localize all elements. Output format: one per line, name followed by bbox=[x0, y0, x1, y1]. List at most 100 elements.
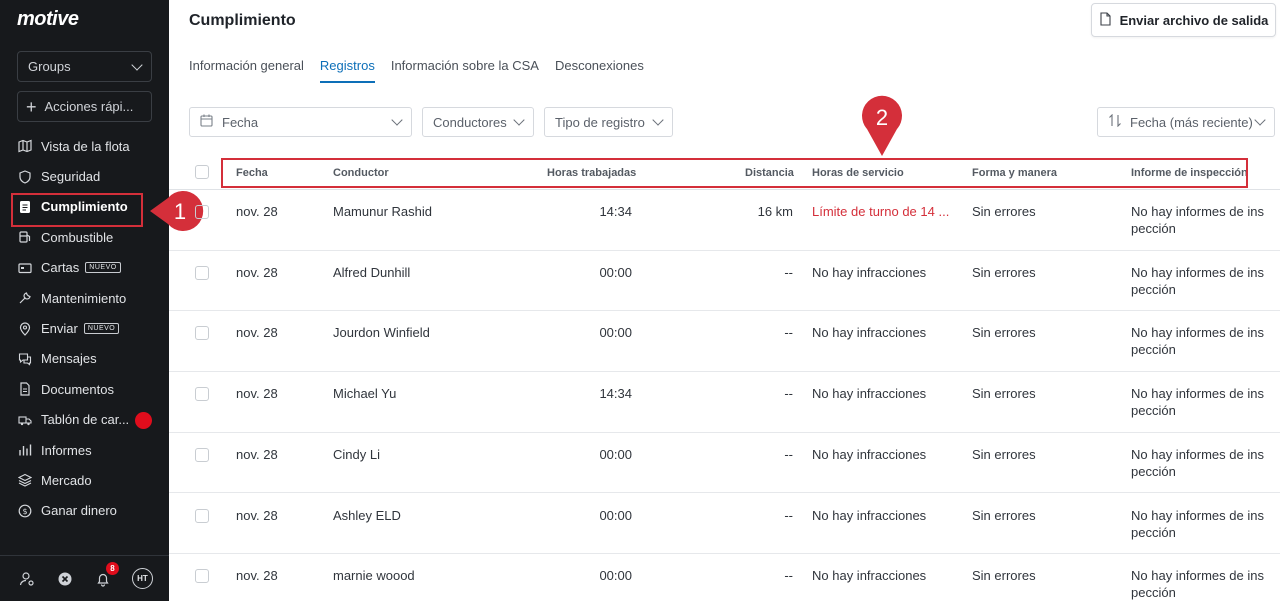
export-file-button[interactable]: Enviar archivo de salida bbox=[1091, 3, 1276, 37]
notification-dot bbox=[135, 411, 152, 429]
row-checkbox[interactable] bbox=[195, 387, 209, 402]
cell-hours-worked: 14:34 bbox=[599, 385, 632, 402]
cell-driver: Mamunur Rashid bbox=[333, 203, 432, 220]
sidebar-item-documents[interactable]: Documentos bbox=[0, 374, 169, 404]
tab-overview[interactable]: Información general bbox=[189, 58, 304, 83]
sidebar-item-label: Documentos bbox=[41, 381, 114, 397]
cell-date: nov. 28 bbox=[236, 446, 278, 463]
tab-csa[interactable]: Información sobre la CSA bbox=[391, 58, 539, 83]
cell-distance-text: -- bbox=[784, 446, 793, 462]
cell-date-text: nov. 28 bbox=[236, 264, 278, 280]
drivers-filter[interactable]: Conductores bbox=[422, 107, 534, 137]
layers-icon bbox=[18, 473, 32, 488]
row-checkbox[interactable] bbox=[195, 326, 209, 341]
log-type-filter[interactable]: Tipo de registro bbox=[544, 107, 673, 137]
bars-icon bbox=[18, 443, 32, 457]
drivers-filter-label: Conductores bbox=[433, 114, 507, 130]
sidebar-item-fleet-view[interactable]: Vista de la flota bbox=[0, 131, 169, 161]
cell-hours-of-service-text: No hay infracciones bbox=[812, 568, 927, 584]
bell-icon[interactable]: 8 bbox=[94, 561, 119, 588]
cell-date-text: nov. 28 bbox=[236, 204, 278, 219]
row-checkbox[interactable] bbox=[195, 205, 209, 219]
row-checkbox[interactable] bbox=[195, 265, 209, 280]
sidebar-item-load-board[interactable]: Tablón de car... bbox=[0, 405, 169, 435]
cell-driver: Alfred Dunhill bbox=[333, 264, 410, 281]
cell-driver-text: marnie woood bbox=[333, 568, 415, 584]
table-row[interactable] bbox=[169, 494, 1280, 555]
sort-icon bbox=[1108, 113, 1122, 130]
sidebar-item-label: Combustible bbox=[41, 229, 114, 245]
cell-inspection-report-text: pección bbox=[1131, 221, 1176, 236]
table-row[interactable] bbox=[169, 311, 1280, 373]
select-all-checkbox[interactable] bbox=[195, 165, 209, 179]
cell-date: nov. 28 bbox=[236, 203, 278, 220]
groups-label: Groups bbox=[28, 59, 71, 74]
table-row[interactable] bbox=[169, 190, 1280, 251]
cell-inspection-report: No hay informes de ins pección bbox=[1131, 446, 1264, 480]
sidebar-item-reports[interactable]: Informes bbox=[0, 435, 169, 465]
sidebar-item-dispatch[interactable]: Enviar NUEVO bbox=[0, 313, 169, 343]
sidebar-nav: Vista de la flota Seguridad Cumplimiento… bbox=[0, 131, 169, 526]
sidebar-item-marketplace[interactable]: Mercado bbox=[0, 465, 169, 495]
cell-inspection-report-text: pección bbox=[1131, 463, 1176, 479]
cell-hours-of-service[interactable]: Límite de turno de 14 ... bbox=[812, 203, 949, 220]
table-row[interactable] bbox=[169, 372, 1280, 433]
row-checkbox[interactable] bbox=[195, 508, 209, 523]
tab-logs[interactable]: Registros bbox=[319, 58, 375, 83]
cell-date: nov. 28 bbox=[236, 507, 278, 524]
table-row[interactable] bbox=[169, 433, 1280, 494]
cell-driver-text: Alfred Dunhill bbox=[333, 264, 411, 280]
cell-distance: -- bbox=[784, 567, 793, 584]
help-icon[interactable] bbox=[56, 570, 74, 588]
sidebar-item-fuel[interactable]: Combustible bbox=[0, 222, 169, 252]
cell-distance: 16 km bbox=[758, 203, 793, 220]
groups-select[interactable]: Groups bbox=[17, 51, 152, 82]
user-settings-icon[interactable] bbox=[18, 570, 36, 588]
row-checkbox[interactable] bbox=[195, 569, 209, 584]
cell-driver-text: Cindy Li bbox=[333, 446, 380, 462]
wrench-icon bbox=[18, 291, 32, 305]
chevron-down-icon bbox=[1254, 114, 1266, 126]
sidebar-item-safety[interactable]: Seguridad bbox=[0, 161, 169, 191]
cell-distance-text: 16 km bbox=[757, 204, 793, 219]
notification-count: 8 bbox=[106, 561, 119, 575]
card-icon bbox=[18, 261, 32, 275]
cell-form-manner: Sin errores bbox=[972, 385, 1036, 402]
cell-inspection-report: No hay informes de ins pección bbox=[1131, 385, 1264, 419]
date-filter[interactable]: Fecha bbox=[189, 107, 412, 137]
sidebar-item-compliance[interactable]: Cumplimiento bbox=[0, 192, 169, 228]
row-checkbox[interactable] bbox=[195, 447, 209, 462]
motive-logo[interactable]: motive bbox=[17, 8, 79, 31]
cell-hours-worked-text: 00:00 bbox=[599, 264, 632, 280]
sidebar-item-cards[interactable]: Cartas NUEVO bbox=[0, 253, 169, 283]
sidebar-item-messages[interactable]: Mensajes bbox=[0, 344, 169, 374]
new-badge: NUEVO bbox=[85, 262, 121, 274]
sidebar-item-earn-money[interactable]: $ Ganar dinero bbox=[0, 496, 169, 526]
sidebar-item-label: Vista de la flota bbox=[41, 138, 130, 154]
cell-hours-of-service-text: No hay infracciones bbox=[812, 264, 927, 280]
cell-driver-text: Jourdon Winfield bbox=[333, 325, 430, 341]
cell-hours-worked-text: 14:34 bbox=[599, 204, 632, 219]
quick-actions-button[interactable]: + Acciones rápi... bbox=[17, 91, 152, 122]
sidebar-item-maintenance[interactable]: Mantenimiento bbox=[0, 283, 169, 313]
cell-form-manner: Sin errores bbox=[972, 507, 1036, 524]
cell-inspection-report-text: No hay informes de ins bbox=[1131, 568, 1264, 584]
cell-inspection-report: No hay informes de ins pección bbox=[1131, 567, 1264, 601]
chat-icon bbox=[18, 352, 32, 366]
sidebar-item-label: Mensajes bbox=[41, 351, 97, 367]
chevron-down-icon bbox=[513, 114, 525, 126]
cell-form-manner-text: Sin errores bbox=[972, 204, 1036, 219]
chevron-down-icon bbox=[131, 58, 143, 71]
document-icon bbox=[18, 200, 32, 214]
cell-hours-worked-text: 00:00 bbox=[599, 507, 632, 523]
cell-form-manner: Sin errores bbox=[972, 446, 1036, 463]
tab-disconnections[interactable]: Desconexiones bbox=[555, 58, 644, 83]
header-highlight-outline bbox=[221, 158, 1248, 188]
cell-date: nov. 28 bbox=[236, 264, 278, 281]
file-icon bbox=[1099, 11, 1112, 29]
calendar-icon bbox=[200, 114, 213, 130]
cell-form-manner-text: Sin errores bbox=[972, 264, 1036, 280]
table-row[interactable] bbox=[169, 251, 1280, 312]
sort-select[interactable]: Fecha (más reciente) bbox=[1097, 107, 1275, 137]
avatar[interactable]: HT bbox=[132, 568, 153, 589]
